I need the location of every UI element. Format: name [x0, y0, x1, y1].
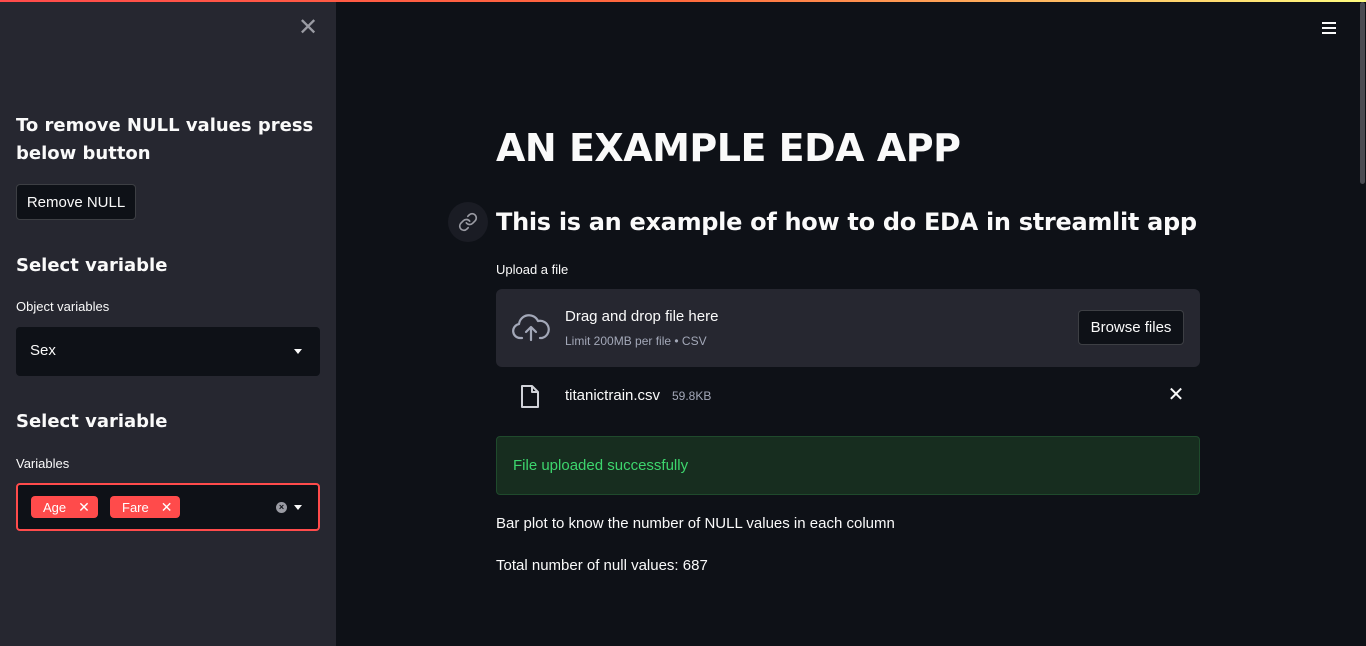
- uploaded-file-row: titanictrain.csv 59.8KB ✕: [496, 375, 1200, 417]
- tag-age: Age ✕: [31, 496, 98, 518]
- remove-file-icon[interactable]: ✕: [1164, 383, 1188, 407]
- remove-null-heading: To remove NULL values press below button: [16, 115, 314, 164]
- tag-remove-icon[interactable]: ✕: [161, 500, 173, 514]
- null-total-text: Total number of null values: 687: [496, 557, 708, 574]
- page-title: AN EXAMPLE EDA APP: [496, 126, 961, 170]
- object-variables-label: Object variables: [16, 299, 110, 314]
- file-icon: [521, 385, 539, 408]
- select-variable-heading: Select variable: [16, 255, 168, 276]
- file-size: 59.8KB: [672, 389, 712, 403]
- object-variables-value: Sex: [30, 342, 56, 359]
- top-decoration-bar: [0, 0, 1366, 2]
- tag-label: Fare: [122, 499, 149, 515]
- scrollbar-thumb[interactable]: [1360, 2, 1365, 184]
- remove-null-button[interactable]: Remove NULL: [16, 184, 136, 220]
- bar-plot-text: Bar plot to know the number of NULL valu…: [496, 515, 895, 532]
- select-variable-heading-2: Select variable: [16, 411, 168, 432]
- tag-label: Age: [43, 499, 67, 515]
- cloud-upload-icon: [512, 314, 550, 342]
- file-dropzone[interactable]: Drag and drop file here Limit 200MB per …: [496, 289, 1200, 367]
- object-variables-select[interactable]: Sex: [16, 327, 320, 376]
- sidebar: ✕ To remove NULL values press below butt…: [0, 0, 336, 646]
- hamburger-menu-icon[interactable]: [1320, 20, 1338, 36]
- upload-label: Upload a file: [496, 262, 569, 277]
- dropzone-text: Drag and drop file here: [565, 308, 719, 325]
- success-message: File uploaded successfully: [513, 457, 689, 474]
- variables-multiselect[interactable]: Age ✕ Fare ✕ ×: [16, 483, 320, 531]
- clear-all-icon[interactable]: ×: [276, 502, 287, 513]
- tag-remove-icon[interactable]: ✕: [78, 500, 90, 514]
- close-icon[interactable]: ✕: [296, 16, 320, 40]
- variables-label: Variables: [16, 456, 70, 471]
- page-subtitle: This is an example of how to do EDA in s…: [496, 208, 1197, 236]
- success-alert: File uploaded successfully: [496, 436, 1200, 495]
- link-icon[interactable]: [448, 202, 488, 242]
- chevron-down-icon[interactable]: [294, 505, 302, 510]
- tag-fare: Fare ✕: [110, 496, 181, 518]
- chevron-down-icon[interactable]: [294, 349, 302, 354]
- browse-files-button[interactable]: Browse files: [1078, 310, 1184, 345]
- dropzone-limit: Limit 200MB per file • CSV: [565, 334, 707, 348]
- file-name: titanictrain.csv: [565, 387, 661, 404]
